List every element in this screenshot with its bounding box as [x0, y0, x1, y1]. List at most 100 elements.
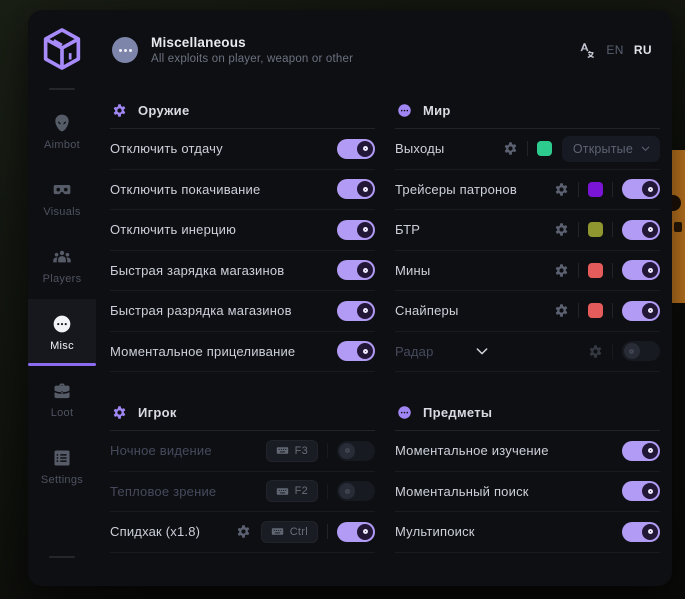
- lang-en-button[interactable]: EN: [606, 43, 623, 57]
- feature-label: Моментальный поиск: [395, 484, 529, 499]
- section-weapon: Оружие Отключить отдачу Отключить покачи…: [110, 92, 375, 372]
- toggle-switch[interactable]: [622, 179, 660, 199]
- dropdown-select[interactable]: Открытые: [562, 136, 660, 162]
- expand-chevron-icon[interactable]: [474, 343, 490, 359]
- color-swatch[interactable]: [588, 303, 603, 318]
- color-swatch[interactable]: [588, 182, 603, 197]
- color-swatch[interactable]: [588, 263, 603, 278]
- page-title: Miscellaneous: [151, 35, 353, 50]
- section-avatar: [112, 37, 138, 63]
- feature-label: Отключить отдачу: [110, 141, 223, 156]
- sidebar-item-label: Aimbot: [44, 139, 80, 151]
- toggle-switch[interactable]: [337, 260, 375, 280]
- toggle-switch[interactable]: [337, 522, 375, 542]
- section-title: Оружие: [138, 103, 190, 118]
- feature-label: Моментальное прицеливание: [110, 344, 295, 359]
- keyboard-icon: [276, 444, 289, 457]
- sidebar-item-visuals[interactable]: Visuals: [28, 165, 96, 232]
- alien-icon: [52, 113, 72, 133]
- page-subtitle: All exploits on player, weapon or other: [151, 53, 353, 65]
- hotkey-label: F2: [295, 485, 308, 497]
- color-swatch[interactable]: [537, 141, 552, 156]
- feature-label: Выходы: [395, 141, 444, 156]
- feature-row: Радар: [395, 332, 660, 373]
- content-grid: Оружие Отключить отдачу Отключить покачи…: [96, 90, 672, 586]
- gear-icon[interactable]: [554, 222, 569, 237]
- ellipsis-circle-icon: [397, 103, 412, 118]
- toggle-switch[interactable]: [337, 179, 375, 199]
- feature-label: БТР: [395, 222, 420, 237]
- feature-row: Снайперы: [395, 291, 660, 332]
- section-items: Предметы Моментальное изучение Моменталь…: [395, 394, 660, 553]
- toggle-switch[interactable]: [337, 139, 375, 159]
- ellipsis-circle-icon: [397, 405, 412, 420]
- section-world: Мир Выходы Открытые: [395, 92, 660, 372]
- hotkey-badge[interactable]: F2: [266, 480, 318, 502]
- toggle-switch[interactable]: [337, 220, 375, 240]
- section-title: Мир: [423, 103, 451, 118]
- feature-row: Моментальный поиск: [395, 472, 660, 513]
- sidebar-item-settings[interactable]: Settings: [28, 433, 96, 500]
- sidebar-item-label: Loot: [51, 407, 74, 419]
- feature-label: Мины: [395, 263, 430, 278]
- feature-label: Снайперы: [395, 303, 459, 318]
- toggle-switch[interactable]: [622, 522, 660, 542]
- feature-row: Отключить инерцию: [110, 210, 375, 251]
- toggle-switch[interactable]: [622, 220, 660, 240]
- sidebar-item-label: Misc: [50, 340, 74, 352]
- hotkey-label: F3: [295, 445, 308, 457]
- background-game-hud: [672, 150, 685, 303]
- toggle-switch[interactable]: [337, 301, 375, 321]
- feature-label: Быстрая разрядка магазинов: [110, 303, 292, 318]
- briefcase-icon: [52, 381, 72, 401]
- color-swatch[interactable]: [588, 222, 603, 237]
- feature-label: Быстрая зарядка магазинов: [110, 263, 284, 278]
- toggle-switch[interactable]: [622, 481, 660, 501]
- gear-icon[interactable]: [554, 182, 569, 197]
- toggle-switch[interactable]: [622, 341, 660, 361]
- feature-row: Отключить отдачу: [110, 129, 375, 170]
- hotkey-badge[interactable]: Ctrl: [261, 521, 318, 543]
- gear-icon[interactable]: [554, 263, 569, 278]
- sidebar-item-label: Settings: [41, 474, 83, 486]
- dropdown-value: Открытые: [573, 142, 633, 156]
- gear-icon: [112, 405, 127, 420]
- toggle-switch[interactable]: [337, 441, 375, 461]
- feature-label: Радар: [395, 344, 434, 359]
- feature-row: Выходы Открытые: [395, 129, 660, 170]
- feature-row: Мины: [395, 251, 660, 292]
- page-header: Miscellaneous All exploits on player, we…: [96, 10, 672, 90]
- sidebar-item-misc[interactable]: Misc: [28, 299, 96, 366]
- sidebar-item-players[interactable]: Players: [28, 232, 96, 299]
- toggle-switch[interactable]: [622, 301, 660, 321]
- sidebar-item-label: Players: [43, 273, 82, 285]
- sidebar-item-loot[interactable]: Loot: [28, 366, 96, 433]
- sidebar-item-aimbot[interactable]: Aimbot: [28, 98, 96, 165]
- sidebar: Aimbot Visuals Players Misc Loot Setting…: [28, 10, 96, 586]
- gear-icon[interactable]: [503, 141, 518, 156]
- lang-ru-button[interactable]: RU: [634, 43, 652, 57]
- toggle-switch[interactable]: [622, 260, 660, 280]
- left-column: Оружие Отключить отдачу Отключить покачи…: [110, 92, 375, 586]
- section-title: Игрок: [138, 405, 177, 420]
- gear-icon[interactable]: [588, 344, 603, 359]
- section-title: Предметы: [423, 405, 492, 420]
- sidebar-divider-top: [49, 88, 75, 90]
- hotkey-badge[interactable]: F3: [266, 440, 318, 462]
- hotkey-label: Ctrl: [290, 526, 308, 538]
- keyboard-icon: [276, 485, 289, 498]
- feature-row: Быстрая зарядка магазинов: [110, 251, 375, 292]
- gear-icon[interactable]: [236, 524, 251, 539]
- keyboard-icon: [271, 525, 284, 538]
- feature-row: Ночное видение F3: [110, 431, 375, 472]
- section-player: Игрок Ночное видение F3: [110, 394, 375, 553]
- people-icon: [52, 247, 72, 267]
- toggle-switch[interactable]: [622, 441, 660, 461]
- feature-label: Мультипоиск: [395, 524, 475, 539]
- toggle-switch[interactable]: [337, 481, 375, 501]
- chevron-down-icon: [640, 143, 651, 154]
- toggle-switch[interactable]: [337, 341, 375, 361]
- gear-icon: [112, 103, 127, 118]
- feature-label: Моментальное изучение: [395, 443, 549, 458]
- gear-icon[interactable]: [554, 303, 569, 318]
